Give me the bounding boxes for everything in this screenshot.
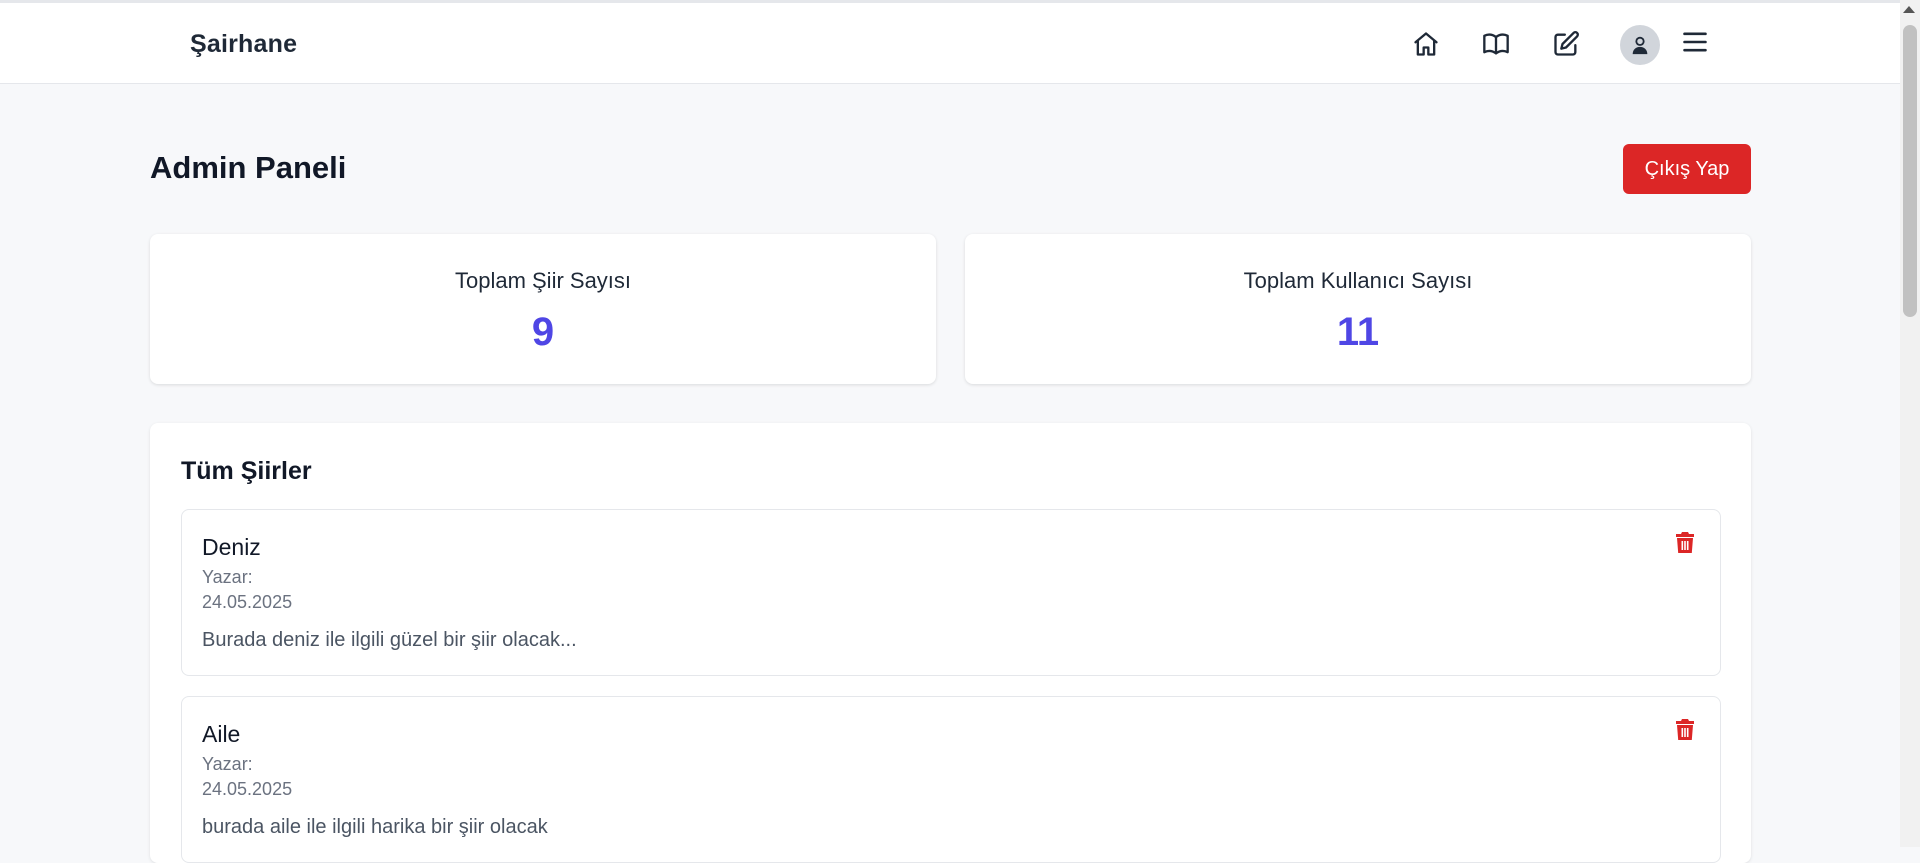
section-title: Tüm Şiirler — [181, 457, 312, 485]
home-icon[interactable] — [1409, 27, 1443, 61]
brand-logo[interactable]: Şairhane — [190, 30, 297, 59]
poem-card: Aile Yazar: 24.05.2025 burada aile ile i… — [181, 696, 1721, 863]
logout-button[interactable]: Çıkış Yap — [1623, 144, 1751, 194]
poem-card: Deniz Yazar: 24.05.2025 Burada deniz ile… — [181, 509, 1721, 676]
stat-value: 9 — [531, 310, 555, 354]
stat-card-users: Toplam Kullanıcı Sayısı 11 — [965, 234, 1751, 384]
edit-icon[interactable] — [1549, 27, 1583, 61]
poem-date: 24.05.2025 — [202, 779, 293, 799]
trash-icon[interactable] — [1672, 717, 1698, 743]
stat-card-poems: Toplam Şiir Sayısı 9 — [150, 234, 936, 384]
poem-author: Yazar: — [202, 567, 253, 587]
book-open-icon[interactable] — [1479, 27, 1513, 61]
stat-label: Toplam Kullanıcı Sayısı — [1243, 268, 1473, 293]
poem-title: Deniz — [202, 534, 261, 560]
poem-excerpt: burada aile ile ilgili harika bir şiir o… — [202, 816, 548, 838]
scrollbar-thumb[interactable] — [1903, 25, 1917, 317]
trash-icon[interactable] — [1672, 530, 1698, 556]
navbar: Şairhane — [0, 3, 1900, 84]
menu-icon[interactable] — [1678, 25, 1712, 59]
poem-date: 24.05.2025 — [202, 592, 293, 612]
user-avatar-icon[interactable] — [1620, 25, 1660, 65]
stat-label: Toplam Şiir Sayısı — [454, 268, 632, 293]
poem-author: Yazar: — [202, 754, 253, 774]
poem-excerpt: Burada deniz ile ilgili güzel bir şiir o… — [202, 629, 577, 651]
poem-title: Aile — [202, 721, 241, 747]
stat-value: 11 — [1336, 310, 1380, 354]
poems-panel: Tüm Şiirler Deniz Yazar: 24.05.2025 Bura… — [150, 423, 1751, 863]
scroll-up-arrow-icon[interactable] — [1903, 6, 1915, 13]
page-title: Admin Paneli — [150, 150, 347, 185]
scrollbar[interactable] — [1900, 0, 1920, 847]
